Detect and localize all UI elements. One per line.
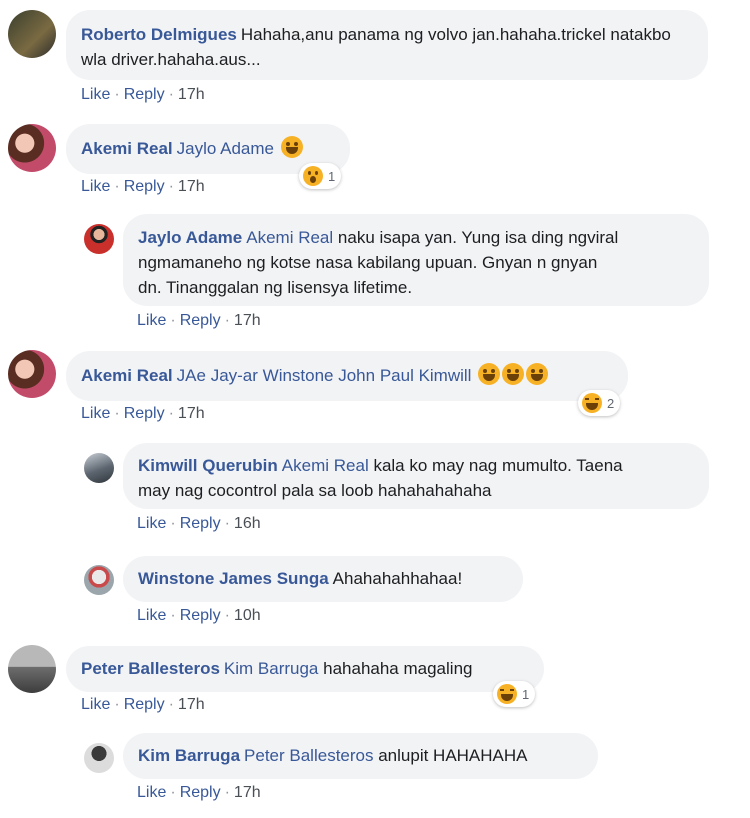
comment-actions: Like · Reply · 17h xyxy=(81,178,205,196)
comment-actions: Like · Reply · 16h xyxy=(137,515,261,533)
comment-text: naku isapa yan. Yung isa ding ngviral xyxy=(337,228,619,247)
timestamp-link[interactable]: 17h xyxy=(234,784,261,801)
like-button[interactable]: Like xyxy=(81,178,110,195)
laughing-tears-emoji xyxy=(526,363,549,385)
like-button[interactable]: Like xyxy=(81,405,110,422)
comment-bubble: Kim Barruga Peter Ballesteros anlupit HAH… xyxy=(123,733,598,779)
like-button[interactable]: Like xyxy=(137,784,166,801)
comment-bubble: Akemi Real JAe Jay-ar Winstone John Paul … xyxy=(66,351,628,401)
reaction-count-number: 2 xyxy=(607,395,615,411)
like-button[interactable]: Like xyxy=(81,696,110,713)
reply-button[interactable]: Reply xyxy=(124,178,165,195)
comment-text: hahahaha magaling xyxy=(323,659,473,678)
separator: · xyxy=(224,784,230,801)
comment-author-link[interactable]: Winstone James Sunga xyxy=(138,569,329,588)
like-button[interactable]: Like xyxy=(137,312,166,329)
haha-reaction-icon xyxy=(582,393,602,413)
comment-actions: Like · Reply · 17h xyxy=(137,312,261,330)
reaction-count[interactable]: 1 xyxy=(493,681,536,707)
timestamp-link[interactable]: 17h xyxy=(178,696,205,713)
separator: · xyxy=(170,784,176,801)
reply-button[interactable]: Reply xyxy=(124,86,165,103)
comment-author-link[interactable]: Akemi Real xyxy=(81,139,173,158)
laughing-tears-emoji xyxy=(280,136,303,158)
comment-author-link[interactable]: Roberto Delmigues xyxy=(81,25,237,44)
timestamp-link[interactable]: 17h xyxy=(178,86,205,103)
comment-bubble: Peter Ballesteros Kim Barruga hahahaha ma… xyxy=(66,646,544,692)
avatar[interactable] xyxy=(84,453,114,483)
reply-button[interactable]: Reply xyxy=(180,312,221,329)
separator: · xyxy=(170,312,176,329)
comment-text: dn. Tinanggalan ng lisensya lifetime. xyxy=(138,278,413,297)
comment-author-link[interactable]: Peter Ballesteros xyxy=(81,659,220,678)
like-button[interactable]: Like xyxy=(81,86,110,103)
reaction-count-number: 1 xyxy=(328,168,336,184)
timestamp-link[interactable]: 16h xyxy=(234,515,261,532)
timestamp-link[interactable]: 17h xyxy=(234,312,261,329)
mention-link[interactable]: Akemi Real xyxy=(246,228,333,247)
mention-link[interactable]: Jaylo Adame xyxy=(177,139,274,158)
reaction-count-number: 1 xyxy=(522,686,530,702)
reply-button[interactable]: Reply xyxy=(124,696,165,713)
avatar[interactable] xyxy=(84,224,114,254)
comment-bubble: Roberto Delmigues Hahaha,anu panama ng vo… xyxy=(66,10,708,80)
separator: · xyxy=(224,607,230,624)
comment-bubble: Kimwill Querubin Akemi Real kala ko may n… xyxy=(123,443,709,509)
wow-reaction-icon xyxy=(303,166,323,186)
separator: · xyxy=(114,178,120,195)
avatar[interactable] xyxy=(8,645,56,693)
laughing-tears-emoji xyxy=(478,363,501,385)
comment-bubble: Winstone James Sunga Ahahahahhahaa! xyxy=(123,556,523,602)
reply-button[interactable]: Reply xyxy=(180,515,221,532)
avatar[interactable] xyxy=(84,565,114,595)
comment-actions: Like · Reply · 17h xyxy=(137,784,261,802)
comment-author-link[interactable]: Kimwill Querubin xyxy=(138,456,278,475)
separator: · xyxy=(114,696,120,713)
timestamp-link[interactable]: 10h xyxy=(234,607,261,624)
comment-author-link[interactable]: Akemi Real xyxy=(81,366,173,385)
reaction-count[interactable]: 1 xyxy=(299,163,342,189)
reply-button[interactable]: Reply xyxy=(180,607,221,624)
separator: · xyxy=(224,515,230,532)
reply-button[interactable]: Reply xyxy=(124,405,165,422)
like-button[interactable]: Like xyxy=(137,515,166,532)
like-button[interactable]: Like xyxy=(137,607,166,624)
reply-button[interactable]: Reply xyxy=(180,784,221,801)
comment-actions: Like · Reply · 17h xyxy=(81,86,205,104)
separator: · xyxy=(114,405,120,422)
haha-reaction-icon xyxy=(497,684,517,704)
mention-link[interactable]: Akemi Real xyxy=(282,456,369,475)
mention-link[interactable]: JAe Jay-ar Winstone John Paul Kimwill xyxy=(177,366,472,385)
comment-actions: Like · Reply · 17h xyxy=(81,696,205,714)
comment-author-link[interactable]: Kim Barruga xyxy=(138,746,240,765)
mention-link[interactable]: Kim Barruga xyxy=(224,659,318,678)
separator: · xyxy=(168,696,174,713)
reaction-count[interactable]: 2 xyxy=(578,390,621,416)
comment-text: may nag cocontrol pala sa loob hahahahah… xyxy=(138,481,492,500)
avatar[interactable] xyxy=(8,10,56,58)
separator: · xyxy=(114,86,120,103)
separator: · xyxy=(168,86,174,103)
mention-link[interactable]: Peter Ballesteros xyxy=(244,746,373,765)
comment-text: kala ko may nag mumulto. Taena xyxy=(373,456,623,475)
avatar[interactable] xyxy=(8,350,56,398)
avatar[interactable] xyxy=(84,743,114,773)
separator: · xyxy=(170,607,176,624)
avatar[interactable] xyxy=(8,124,56,172)
comment-text: Ahahahahhahaa! xyxy=(332,569,463,588)
comment-text: anlupit HAHAHAHA xyxy=(378,746,528,765)
timestamp-link[interactable]: 17h xyxy=(178,178,205,195)
separator: · xyxy=(170,515,176,532)
comment-actions: Like · Reply · 17h xyxy=(81,405,205,423)
comment-bubble: Jaylo Adame Akemi Real naku isapa yan. Yu… xyxy=(123,214,709,306)
separator: · xyxy=(168,405,174,422)
comment-author-link[interactable]: Jaylo Adame xyxy=(138,228,242,247)
timestamp-link[interactable]: 17h xyxy=(178,405,205,422)
separator: · xyxy=(168,178,174,195)
comment-text: ngmamaneho ng kotse nasa kabilang upuan.… xyxy=(138,253,598,272)
separator: · xyxy=(224,312,230,329)
laughing-tears-emoji xyxy=(502,363,525,385)
comment-actions: Like · Reply · 10h xyxy=(137,607,261,625)
